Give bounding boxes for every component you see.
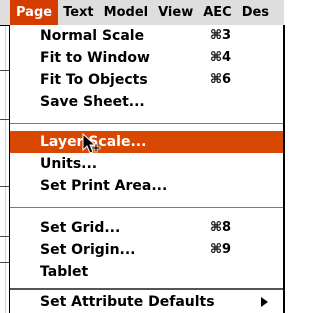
menu-item-normal-scale[interactable]: Normal Scale ⌘3 (10, 25, 283, 47)
menu-item-units[interactable]: Units... (10, 153, 283, 175)
menu-item-fit-to-objects[interactable]: Fit To Objects ⌘6 (10, 69, 283, 91)
menu-separator (10, 288, 283, 290)
menu-item-label: Set Print Area... (40, 178, 168, 194)
menu-separator (10, 123, 283, 124)
menu-item-label: Set Attribute Defaults (40, 294, 215, 310)
menu-item-label: Save Sheet... (40, 94, 145, 110)
shortcut-label: ⌘8 (210, 220, 232, 235)
menu-text[interactable]: Text (58, 0, 99, 25)
menu-aec[interactable]: AEC (198, 0, 236, 25)
menu-item-label: Tablet (40, 264, 89, 280)
shortcut-label: ⌘4 (210, 50, 232, 65)
menu-item-set-print-area[interactable]: Set Print Area... (10, 175, 283, 197)
submenu-arrow-icon (261, 297, 268, 307)
menu-item-label: Set Origin... (40, 242, 136, 258)
menu-item-set-grid[interactable]: Set Grid... ⌘8 (10, 217, 283, 239)
menu-item-tablet[interactable]: Tablet (10, 261, 283, 283)
menu-item-set-origin[interactable]: Set Origin... ⌘9 (10, 239, 283, 261)
menu-bar: Page Text Model View AEC Des (0, 0, 284, 26)
menu-view[interactable]: View (153, 0, 198, 25)
menu-item-label: Fit to Window (40, 50, 150, 66)
menu-item-save-sheet[interactable]: Save Sheet... (10, 91, 283, 113)
menu-item-fit-to-window[interactable]: Fit to Window ⌘4 (10, 47, 283, 69)
page-menu-dropdown: Normal Scale ⌘3 Fit to Window ⌘4 Fit To … (9, 25, 285, 313)
menu-item-label: Set Grid... (40, 220, 121, 236)
menu-item-label: Normal Scale (40, 28, 145, 44)
shortcut-label: ⌘9 (210, 242, 232, 257)
menu-item-label: Fit To Objects (40, 72, 148, 88)
menu-item-layer-scale[interactable]: Layer Scale... (10, 131, 283, 153)
menu-page[interactable]: Page (10, 0, 59, 25)
menu-model[interactable]: Model (99, 0, 153, 25)
shortcut-label: ⌘3 (210, 28, 232, 43)
shortcut-label: ⌘6 (210, 72, 232, 87)
menu-item-set-attribute-defaults[interactable]: Set Attribute Defaults (10, 291, 283, 313)
menu-separator (10, 207, 283, 208)
arrow-pointer-icon (82, 133, 101, 154)
menu-des[interactable]: Des (237, 0, 274, 25)
